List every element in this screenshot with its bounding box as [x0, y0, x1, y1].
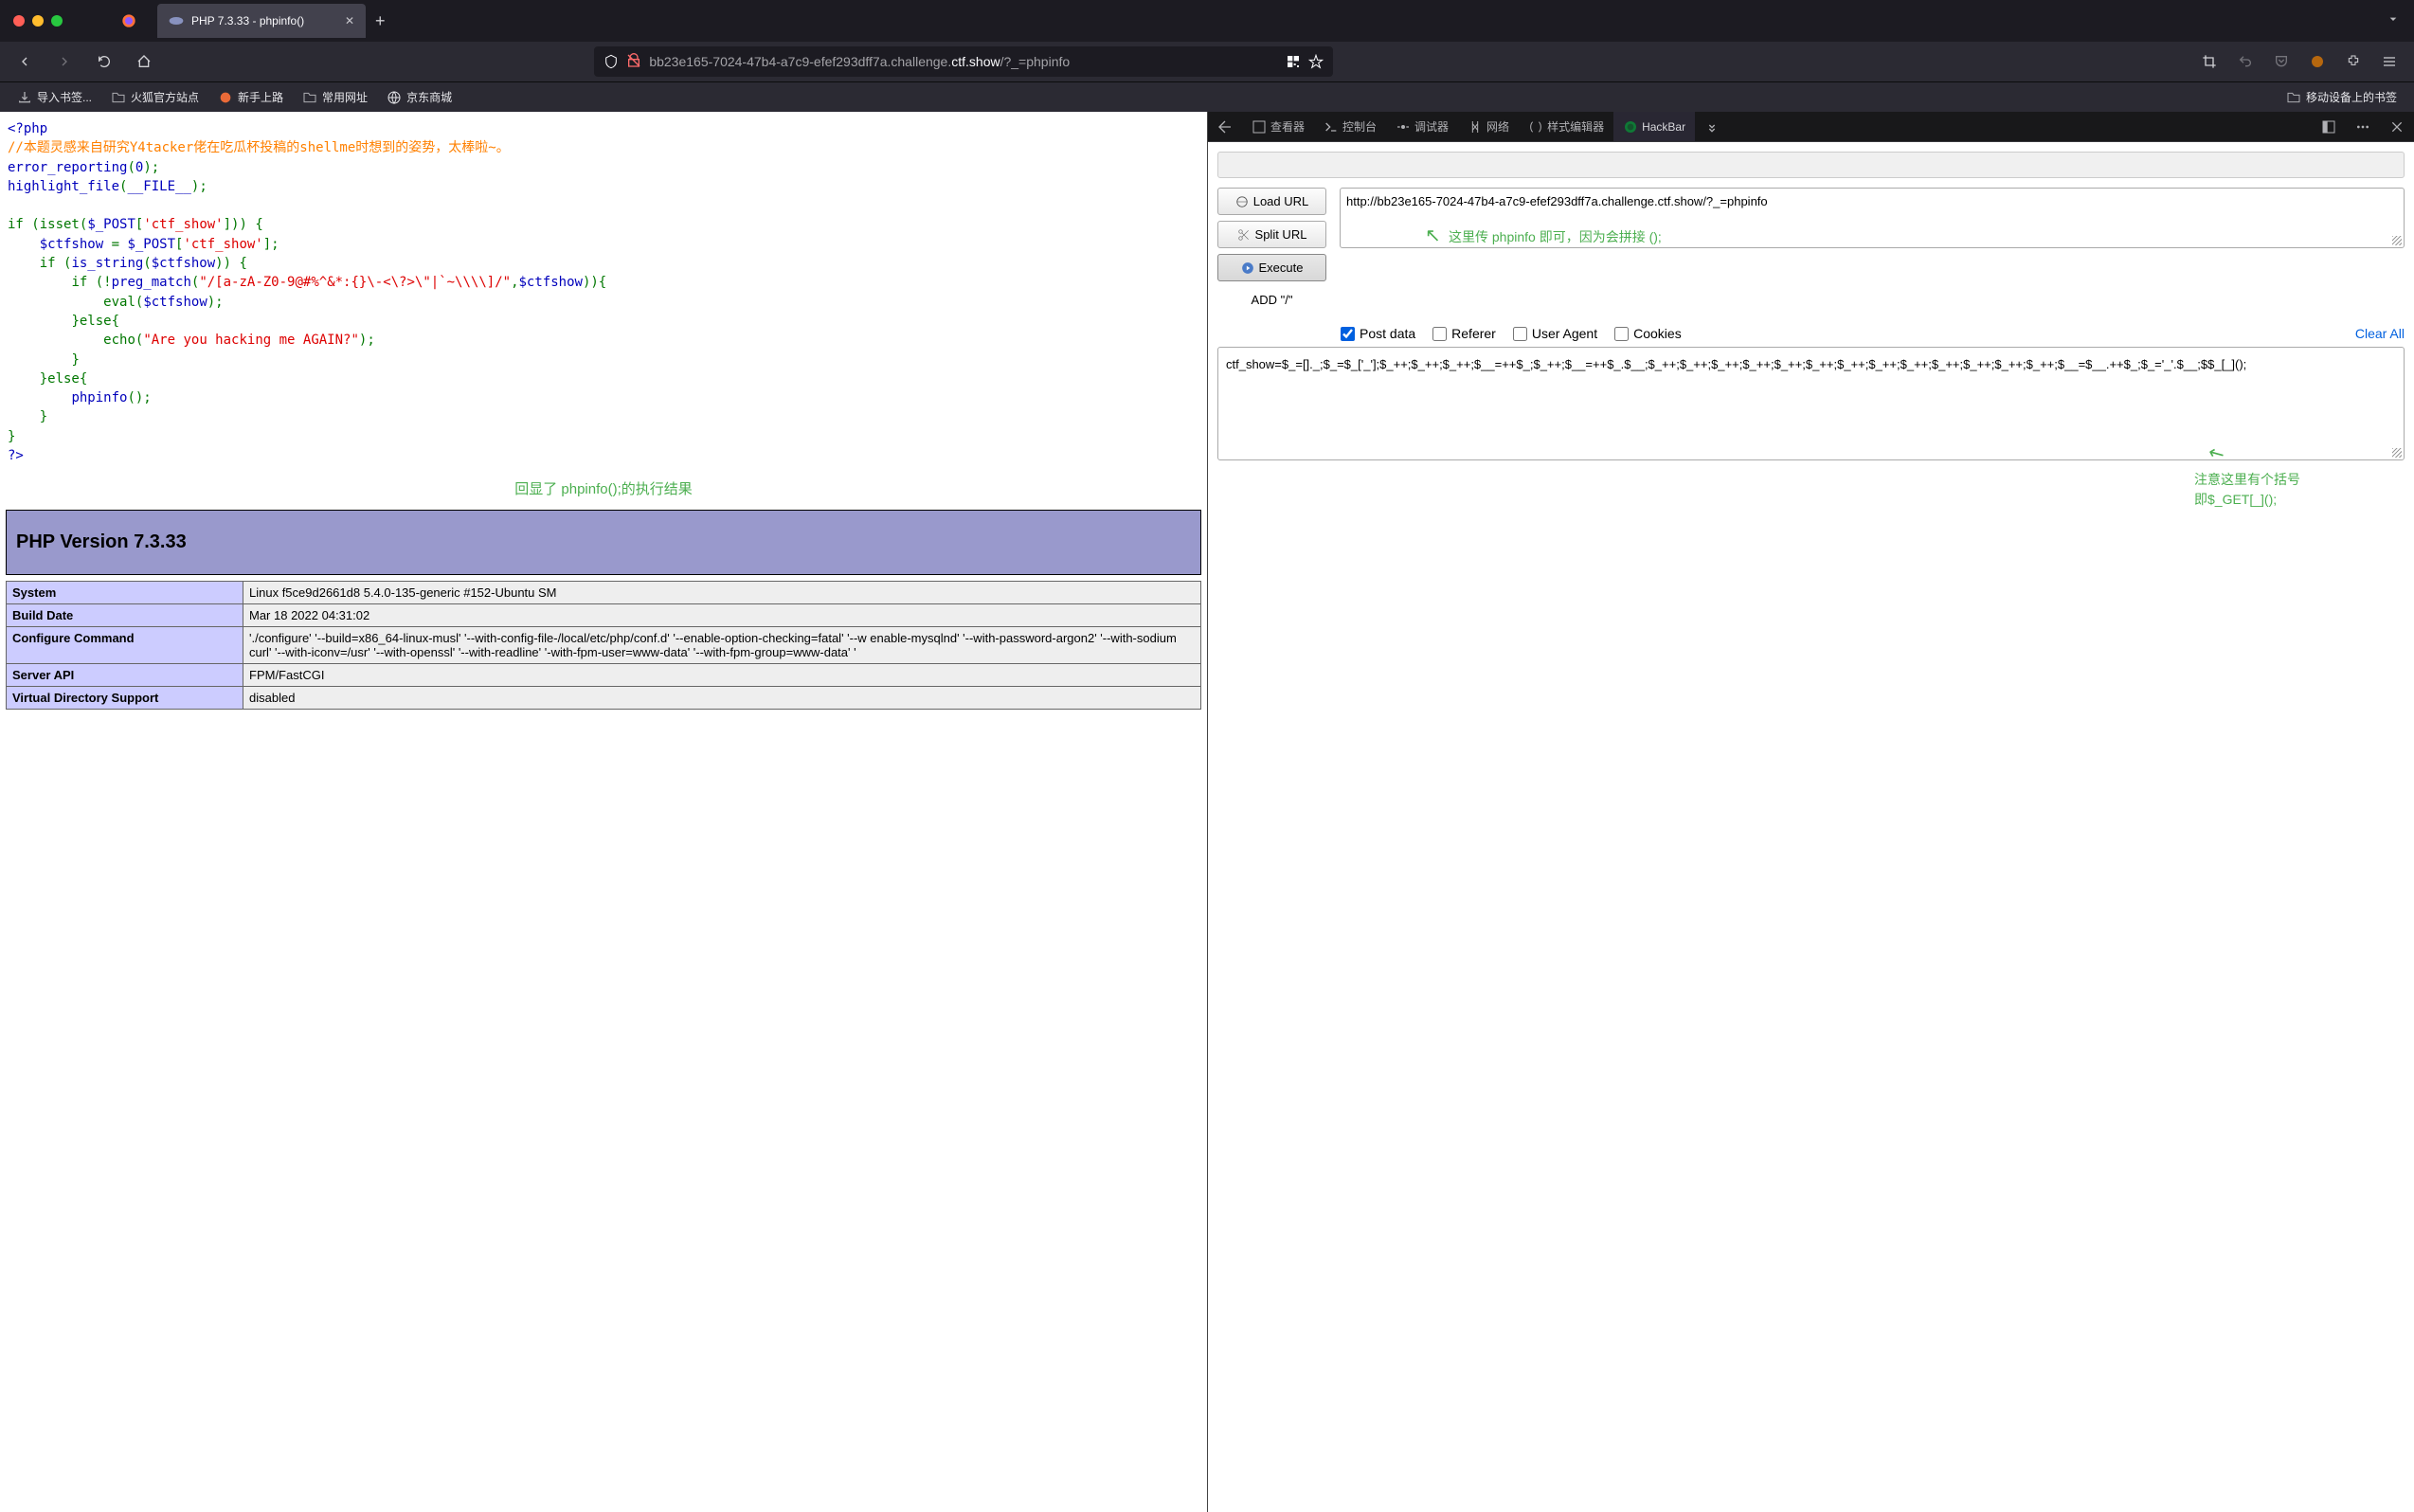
back-button[interactable]	[9, 46, 40, 77]
play-icon	[1241, 261, 1254, 275]
tab-debugger[interactable]: 调试器	[1386, 112, 1458, 141]
crop-icon[interactable]	[2194, 46, 2225, 77]
annotation-phpinfo-result: 回显了 phpinfo();的执行结果	[0, 473, 1207, 504]
folder-icon	[2286, 90, 2301, 105]
bookmark-common-sites[interactable]: 常用网址	[295, 85, 375, 109]
import-bookmarks[interactable]: 导入书签...	[9, 85, 99, 109]
firefox-small-icon	[218, 90, 233, 105]
devtools-overflow-icon[interactable]	[1695, 112, 1729, 141]
hackbar-options-row: Post data Referer User Agent Cookies Cle…	[1341, 320, 2405, 347]
referer-checkbox[interactable]: Referer	[1432, 326, 1496, 341]
tab-network[interactable]: 网络	[1458, 112, 1519, 141]
annotation-post: 注意这里有个括号 即$_GET[_]();	[2194, 470, 2300, 510]
bookmark-star-icon[interactable]	[1308, 54, 1324, 69]
titlebar: PHP 7.3.33 - phpinfo() ✕ +	[0, 0, 2414, 42]
bookmark-firefox-official[interactable]: 火狐官方站点	[103, 85, 207, 109]
pocket-icon[interactable]	[2266, 46, 2297, 77]
hackbar-top-toolbar[interactable]	[1217, 152, 2405, 178]
php-favicon	[169, 13, 184, 28]
window-close[interactable]	[13, 15, 25, 27]
post-data-checkbox[interactable]: Post data	[1341, 326, 1415, 341]
reload-button[interactable]	[89, 46, 119, 77]
window-maximize[interactable]	[51, 15, 63, 27]
globe-icon	[1235, 195, 1249, 208]
url-text: bb23e165-7024-47b4-a7c9-efef293dff7a.cha…	[649, 54, 1278, 69]
undo-icon[interactable]	[2230, 46, 2261, 77]
window-minimize[interactable]	[32, 15, 44, 27]
tab-console[interactable]: 控制台	[1314, 112, 1386, 141]
folder-icon	[302, 90, 317, 105]
tab-style-editor[interactable]: 样式编辑器	[1519, 112, 1613, 141]
import-icon	[17, 90, 32, 105]
clear-all-link[interactable]: Clear All	[2355, 326, 2405, 341]
bookmarks-bar: 导入书签... 火狐官方站点 新手上路 常用网址 京东商城 移动设备上的书签	[0, 81, 2414, 112]
table-row: Build DateMar 18 2022 04:31:02	[7, 604, 1201, 627]
scissors-icon	[1237, 228, 1251, 242]
folder-icon	[111, 90, 126, 105]
devtools-more-icon[interactable]	[2346, 119, 2380, 135]
split-url-button[interactable]: Split URL	[1217, 221, 1326, 248]
hackbar-post-input[interactable]: ctf_show=$_=[]._;$_=$_['_'];$_++;$_++;$_…	[1217, 347, 2405, 460]
address-bar[interactable]: bb23e165-7024-47b4-a7c9-efef293dff7a.cha…	[594, 46, 1333, 77]
new-tab-button[interactable]: +	[375, 11, 386, 31]
navigation-toolbar: bb23e165-7024-47b4-a7c9-efef293dff7a.cha…	[0, 42, 2414, 81]
load-url-button[interactable]: Load URL	[1217, 188, 1326, 215]
firefox-icon	[119, 11, 138, 30]
table-row: SystemLinux f5ce9d2661d8 5.4.0-135-gener…	[7, 582, 1201, 604]
browser-tab[interactable]: PHP 7.3.33 - phpinfo() ✕	[157, 4, 366, 38]
devtools-close-button[interactable]	[2380, 119, 2414, 135]
extensions-icon[interactable]	[2338, 46, 2369, 77]
home-button[interactable]	[129, 46, 159, 77]
cookies-checkbox[interactable]: Cookies	[1614, 326, 1682, 341]
add-slash-button[interactable]: ADD "/"	[1217, 287, 1326, 313]
menu-icon[interactable]	[2374, 46, 2405, 77]
tab-hackbar[interactable]: HackBar	[1613, 112, 1695, 141]
extension-icon-1[interactable]	[2302, 46, 2333, 77]
window-controls	[13, 15, 63, 27]
table-row: Configure Command'./configure' '--build=…	[7, 627, 1201, 664]
execute-button[interactable]: Execute	[1217, 254, 1326, 281]
php-source-code: <?php //本题灵感来自研究Y4tacker佬在吃瓜杯投稿的shellme时…	[0, 112, 1207, 473]
insecure-lock-icon	[626, 53, 641, 71]
devtools-close-icon[interactable]	[1208, 112, 1242, 141]
phpinfo-table: SystemLinux f5ce9d2661d8 5.4.0-135-gener…	[6, 581, 1201, 710]
globe-icon	[387, 90, 402, 105]
tab-inspector[interactable]: 查看器	[1242, 112, 1314, 141]
devtools-panel: 查看器 控制台 调试器 网络 样式编辑器 HackBar Load URL	[1207, 112, 2414, 1512]
qr-icon[interactable]	[1286, 54, 1301, 69]
devtools-dock-icon[interactable]	[2312, 119, 2346, 135]
tabs-dropdown-icon[interactable]	[2386, 11, 2401, 31]
phpinfo-version-header: PHP Version 7.3.33	[6, 510, 1201, 575]
devtools-tab-bar: 查看器 控制台 调试器 网络 样式编辑器 HackBar	[1208, 112, 2414, 142]
page-content: <?php //本题灵感来自研究Y4tacker佬在吃瓜杯投稿的shellme时…	[0, 112, 1207, 1512]
forward-button[interactable]	[49, 46, 80, 77]
table-row: Server APIFPM/FastCGI	[7, 664, 1201, 687]
arrow-icon: ↖	[1425, 224, 1441, 247]
bookmark-jd[interactable]: 京东商城	[379, 85, 459, 109]
bookmark-getting-started[interactable]: 新手上路	[210, 85, 291, 109]
table-row: Virtual Directory Supportdisabled	[7, 687, 1201, 710]
tab-title: PHP 7.3.33 - phpinfo()	[191, 14, 304, 27]
annotation-url: 这里传 phpinfo 即可，因为会拼接 ();	[1449, 227, 1662, 246]
user-agent-checkbox[interactable]: User Agent	[1513, 326, 1597, 341]
tab-close-icon[interactable]: ✕	[345, 14, 354, 27]
bookmark-mobile[interactable]: 移动设备上的书签	[2279, 85, 2405, 109]
hackbar-panel: Load URL Split URL Execute ADD "/" http:…	[1208, 142, 2414, 1512]
shield-icon	[604, 54, 619, 69]
